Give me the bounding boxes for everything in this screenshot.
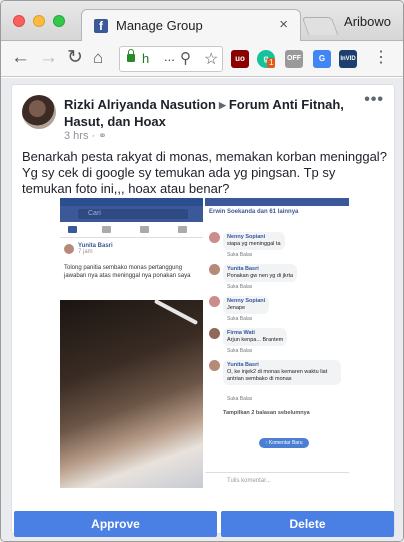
invid-icon[interactable]: InVID (339, 50, 357, 68)
tab-title: Manage Group (116, 18, 203, 33)
zoom-icon[interactable]: ⚲ (180, 49, 191, 67)
fb-nav-bar (60, 222, 203, 238)
new-tab-button[interactable] (301, 17, 339, 35)
post-header: Rizki Alriyanda Nasution ▶ Forum Anti Fitn… (64, 97, 354, 130)
reload-icon[interactable]: ↻ (67, 48, 83, 68)
author-link[interactable]: Rizki Alriyanda Nasution (64, 97, 216, 112)
friends-icon (102, 226, 111, 233)
ublock-icon[interactable]: uo (231, 50, 249, 68)
tab-bar: f Manage Group × Aribowo (1, 1, 403, 42)
profile-name[interactable]: Aribowo (344, 14, 391, 29)
reactions-header: Erwin Soekanda dan 61 lainnya (209, 209, 299, 215)
close-window-button[interactable] (13, 15, 25, 27)
comment-compose: Tulis komentar... (205, 472, 349, 488)
avatar (209, 264, 220, 275)
phone-status-bar (205, 198, 349, 206)
avatar[interactable] (22, 95, 56, 129)
zoom-window-button[interactable] (53, 15, 65, 27)
post-image-left[interactable]: Cari Yunita Basri 7 jam Tolong panitia se… (60, 198, 203, 488)
new-comment-pill: ↑ Komentar Baru (259, 438, 309, 448)
tab-manage-group[interactable]: f Manage Group × (81, 9, 301, 42)
browser-window: f Manage Group × Aribowo ← → ↻ ⌂ h ... ⚲… (0, 0, 404, 542)
delete-button[interactable]: Delete (221, 511, 394, 537)
meta-separator: · (91, 130, 96, 142)
url-ellipsis: ... (164, 49, 175, 64)
home-icon[interactable]: ⌂ (93, 48, 103, 68)
embedded-poster: Yunita Basri 7 jam (78, 243, 113, 255)
post-image-right[interactable]: Erwin Soekanda dan 61 lainnya Nenny Sopi… (205, 198, 349, 488)
browser-menu-icon[interactable]: ⋮ (373, 49, 389, 67)
notifications-icon (140, 226, 149, 233)
off-icon[interactable]: OFF (285, 50, 303, 68)
page-content: Rizki Alriyanda Nasution ▶ Forum Anti Fitn… (1, 78, 403, 541)
address-bar[interactable]: h ... ⚲ ☆ (119, 46, 223, 72)
translate-icon[interactable]: G (313, 50, 331, 68)
approve-button[interactable]: Approve (14, 511, 217, 537)
avatar (64, 244, 74, 254)
post-card: Rizki Alriyanda Nasution ▶ Forum Anti Fitn… (11, 84, 395, 537)
url-text: h (142, 51, 150, 66)
embedded-text: Tolong panitia sembako monas pertanggung… (64, 265, 191, 279)
minimize-window-button[interactable] (33, 15, 45, 27)
news-feed-icon (68, 226, 77, 233)
fb-search-field: Cari (78, 209, 188, 219)
lock-icon (127, 49, 135, 62)
more-options-icon[interactable]: ••• (364, 91, 384, 109)
fb-search-bar: Cari (60, 206, 203, 222)
embedded-photo (60, 300, 203, 488)
phone-status-bar (60, 198, 203, 206)
previous-replies-link: Tampilkan 2 balasan sebelumnya (223, 410, 310, 416)
avatar (209, 328, 220, 339)
grammarly-badge: 1 (267, 58, 276, 68)
post-time[interactable]: 3 hrs (64, 130, 88, 142)
avatar (209, 360, 220, 371)
post-text: Benarkah pesta rakyat di monas, memakan … (22, 149, 387, 196)
back-arrow-icon[interactable]: ← (11, 48, 30, 68)
post-meta: 3 hrs · ⚭ (64, 130, 107, 142)
bookmark-star-icon[interactable]: ☆ (204, 49, 218, 69)
close-tab-icon[interactable]: × (279, 16, 288, 33)
globe-icon: ⚭ (98, 131, 107, 142)
forward-arrow-icon[interactable]: → (39, 48, 58, 68)
embedded-post: Yunita Basri 7 jam Tolong panitia sembako… (60, 238, 203, 300)
caret-right-icon: ▶ (218, 100, 226, 110)
avatar (209, 296, 220, 307)
browser-toolbar: ← → ↻ ⌂ h ... ⚲ ☆ uo g 1 OFF G InVID ⋮ (1, 41, 403, 77)
menu-icon (178, 226, 187, 233)
facebook-icon: f (94, 19, 108, 33)
avatar (209, 232, 220, 243)
